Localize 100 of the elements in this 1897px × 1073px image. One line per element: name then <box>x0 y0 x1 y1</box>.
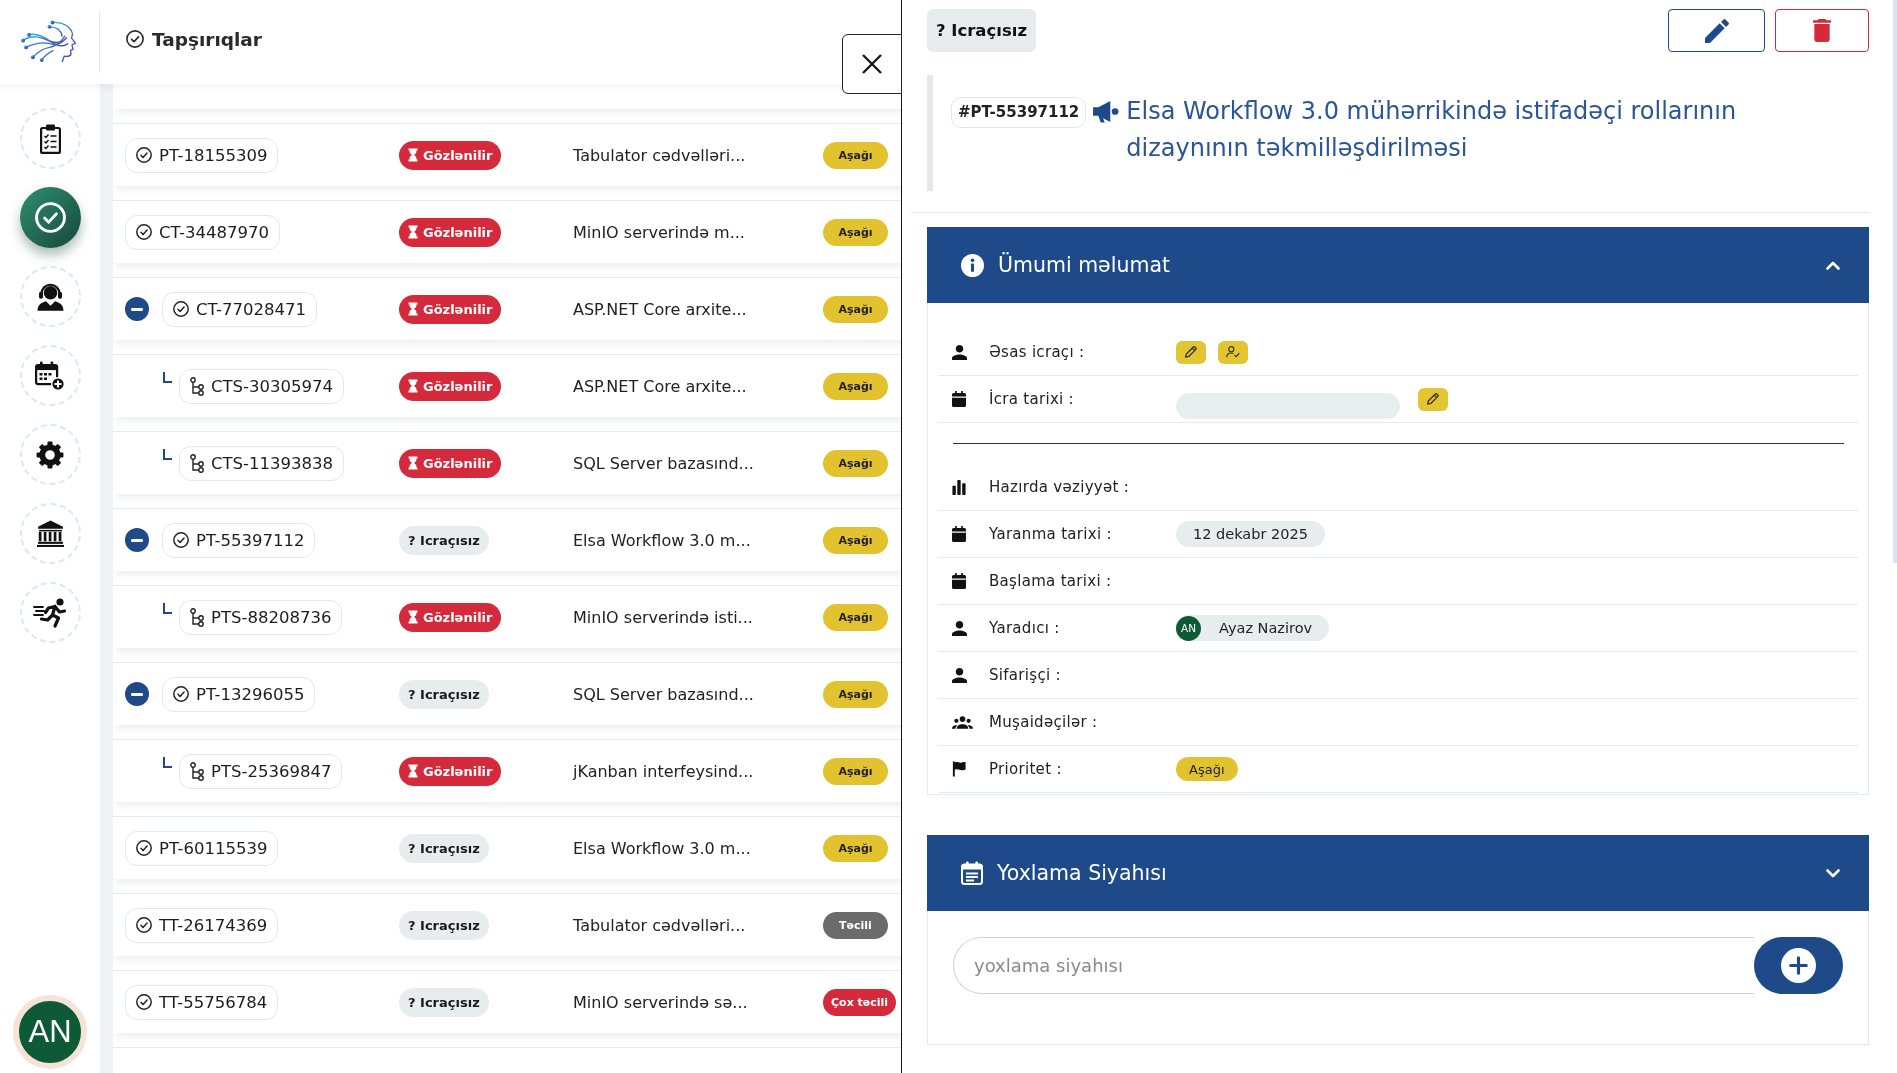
status-badge[interactable]: ? Icraçısız <box>927 9 1037 52</box>
task-id[interactable]: CTS-30305974 <box>179 368 344 404</box>
edit-button[interactable] <box>1176 340 1206 364</box>
calendar-list-icon <box>961 861 983 885</box>
scrollbar-thumb[interactable] <box>1893 0 1897 563</box>
field-label: İcra tarixi : <box>989 390 1075 408</box>
status-text: ? Icraçısız <box>408 686 480 702</box>
task-card[interactable]: PTS-88208736 Gözlənilir MinIO serverində isti... Aşağı <box>113 585 901 648</box>
task-card[interactable]: CT-34487970 Gözlənilir MinIO serverində m... Aşağı <box>113 200 901 263</box>
task-id[interactable]: PT-13296055 <box>162 676 316 712</box>
bar-chart-icon <box>952 479 966 495</box>
priority-badge: Çox təcili <box>823 988 897 1016</box>
creator-name: Ayaz Nazirov <box>1219 620 1313 636</box>
headset-icon <box>36 282 64 311</box>
task-card[interactable]: TT-55756784 ? Icraçısız MinIO serverində sə... Çox təcili <box>113 970 901 1033</box>
task-title: ASP.NET Core arxite... <box>573 299 748 319</box>
task-id[interactable]: CT-77028471 <box>162 291 318 327</box>
priority-badge: Aşağı <box>823 526 888 554</box>
field-label: Muşaidəçilər : <box>989 713 1099 731</box>
collapse-button[interactable] <box>125 528 149 552</box>
subtask-icon <box>190 761 204 781</box>
task-title: MinIO serverində sə... <box>573 992 749 1012</box>
priority-badge: Aşağı <box>823 372 888 400</box>
task-title: SQL Server bazasınd... <box>573 684 755 704</box>
task-card[interactable]: PT-60115539 ? Icraçısız Elsa Workflow 3.0 m... Aşağı <box>113 816 901 879</box>
field-label: Yaranma tarixi : <box>989 525 1113 543</box>
hourglass-icon <box>408 764 418 778</box>
hourglass-icon <box>408 302 418 316</box>
hourglass-icon <box>408 456 418 470</box>
task-card[interactable]: CT-77028471 Gözlənilir ASP.NET Core arxite... Aşağı <box>113 277 901 340</box>
task-id[interactable]: PTS-25369847 <box>179 753 343 789</box>
task-title: Elsa Workflow 3.0 m... <box>573 530 752 550</box>
status-text: Gözlənilir <box>423 763 493 779</box>
calendar-plus-icon <box>35 360 65 391</box>
field-label: Sifarişçi : <box>989 666 1062 684</box>
task-id[interactable]: CTS-11393838 <box>179 445 344 481</box>
nav-button[interactable] <box>19 187 81 248</box>
collapse-button[interactable] <box>125 682 149 706</box>
edit-button[interactable] <box>1668 9 1765 52</box>
user-check-icon <box>1226 346 1240 358</box>
subtask-icon <box>190 376 204 396</box>
priority-badge: Aşağı <box>1176 757 1238 781</box>
status-text: ? Icraçısız <box>408 994 480 1010</box>
check-circle-icon <box>136 147 152 163</box>
subtask-icon <box>190 453 204 473</box>
priority-badge: Aşağı <box>823 141 888 169</box>
priority-badge: Aşağı <box>823 603 888 631</box>
check-circle-icon <box>173 686 189 702</box>
task-id[interactable]: PT-18155309 <box>125 137 279 173</box>
section-header[interactable]: Ümumi məlumat <box>927 227 1869 303</box>
section-header[interactable]: Yoxlama Siyahısı <box>927 835 1869 911</box>
status-text: Gözlənilir <box>423 609 493 625</box>
creator-chip[interactable]: AN Ayaz Nazirov <box>1176 615 1330 641</box>
task-card[interactable]: CTS-11393838 Gözlənilir SQL Server bazasınd... Aşağı <box>113 431 901 494</box>
task-id[interactable]: TT-55756784 <box>125 984 279 1020</box>
field-label: Əsas icraçı : <box>989 343 1086 361</box>
minus-icon <box>131 307 143 311</box>
status-text: Gözlənilir <box>423 378 493 394</box>
close-button[interactable] <box>842 34 902 94</box>
task-title: Tabulator cədvəlləri... <box>573 915 747 935</box>
task-card[interactable]: PT-13296055 ? Icraçısız SQL Server bazasınd... Aşağı <box>113 662 901 725</box>
logo <box>20 19 79 65</box>
task-card[interactable]: TT-26174369 ? Icraçısız Tabulator cədvəlləri... Təcili <box>113 893 901 956</box>
avatar: AN <box>1176 615 1201 641</box>
flag-icon <box>952 761 966 777</box>
checklist-input[interactable]: yoxlama siyahısı <box>953 937 1754 994</box>
assign-button[interactable] <box>1218 340 1248 364</box>
task-id[interactable]: PT-55397112 <box>162 522 316 558</box>
check-circle-icon <box>173 532 189 548</box>
megaphone-icon <box>1092 100 1120 123</box>
task-id[interactable]: PTS-88208736 <box>179 599 343 635</box>
task-card[interactable]: PT-18155309 Gözlənilir Tabulator cədvəlləri... Aşağı <box>113 123 901 186</box>
edit-button[interactable] <box>1418 387 1448 411</box>
calendar-icon <box>952 526 966 542</box>
task-card[interactable]: PT-55397112 ? Icraçısız Elsa Workflow 3.0 m... Aşağı <box>113 508 901 571</box>
check-circle-icon <box>136 994 152 1010</box>
status-text: Gözlənilir <box>423 147 493 163</box>
runner-icon <box>33 596 67 629</box>
delete-button[interactable] <box>1775 9 1869 52</box>
task-id[interactable]: PT-60115539 <box>125 830 279 866</box>
check-circle-icon <box>136 224 152 240</box>
field-label: Hazırda vəziyyət : <box>989 478 1131 496</box>
connector-icon <box>163 448 172 460</box>
task-card[interactable]: PTS-25369847 Gözlənilir jKanban interfeysind... Aşağı <box>113 739 901 802</box>
minus-icon <box>131 692 143 696</box>
task-id[interactable]: TT-26174369 <box>125 907 279 943</box>
task-title: Elsa Workflow 3.0 mühərrikində istifadəçi rollarının dizaynının təkmilləşdirilməsi <box>1126 96 1738 164</box>
add-button[interactable] <box>1754 937 1843 994</box>
task-title: SQL Server bazasınd... <box>573 453 755 473</box>
user-avatar[interactable]: AN <box>13 995 87 1069</box>
hourglass-icon <box>408 379 418 393</box>
page-title: Tapşırıqlar <box>152 28 262 50</box>
task-card[interactable]: CTS-30305974 Gözlənilir ASP.NET Core arxite... Aşağı <box>113 354 901 417</box>
status-text: Gözlənilir <box>423 301 493 317</box>
calendar-icon <box>952 573 966 589</box>
pencil-icon <box>1427 393 1439 405</box>
collapse-button[interactable] <box>125 297 149 321</box>
section-title: Yoxlama Siyahısı <box>997 861 1167 885</box>
field-label: Yaradıcı : <box>989 619 1061 637</box>
task-id[interactable]: CT-34487970 <box>125 214 281 250</box>
